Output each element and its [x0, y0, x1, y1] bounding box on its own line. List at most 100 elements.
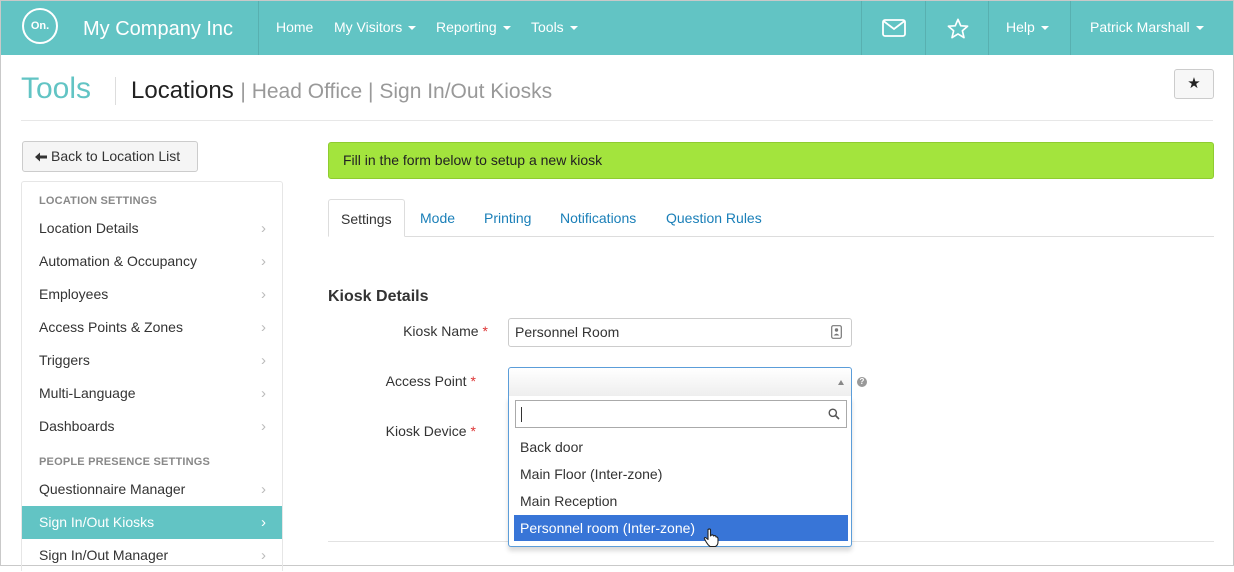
top-navbar: On. My Company Inc Home My Visitors Repo… — [1, 1, 1233, 55]
caret-down-icon — [569, 26, 578, 31]
nav-tools-label: Tools — [531, 19, 564, 35]
nav-help-label: Help — [1006, 19, 1035, 35]
nav-my-visitors-label: My Visitors — [334, 19, 403, 35]
company-logo[interactable]: On. — [22, 8, 58, 44]
dropdown-option-main-floor[interactable]: Main Floor (Inter-zone) — [514, 461, 848, 487]
envelope-icon — [882, 19, 906, 37]
messages-button[interactable] — [862, 1, 926, 55]
nav-tools[interactable]: Tools — [531, 1, 578, 55]
sidebar-item-employees[interactable]: Employees › — [22, 278, 282, 311]
tab-printing[interactable]: Printing — [472, 199, 543, 237]
access-point-label: Access Point * — [326, 373, 476, 389]
kiosk-device-label-text: Kiosk Device — [385, 423, 467, 439]
sidebar-item-label: Questionnaire Manager — [39, 481, 186, 497]
section-title: Tools — [21, 72, 92, 105]
sidebar-item-label: Access Points & Zones — [39, 319, 183, 335]
required-asterisk: * — [470, 423, 476, 439]
sidebar-item-label: Location Details — [39, 220, 139, 236]
chevron-right-icon: › — [261, 418, 266, 435]
dropdown-option-main-reception[interactable]: Main Reception — [514, 488, 848, 514]
title-divider — [115, 77, 116, 105]
sidebar-item-label: Triggers — [39, 352, 90, 368]
sidebar-item-sign-in-out-kiosks[interactable]: Sign In/Out Kiosks › — [22, 506, 282, 539]
access-point-label-text: Access Point — [385, 373, 467, 389]
access-point-select[interactable] — [508, 367, 852, 397]
tab-settings[interactable]: Settings — [328, 199, 405, 237]
nav-reporting-label: Reporting — [436, 19, 497, 35]
nav-divider — [1070, 1, 1071, 55]
favorite-button[interactable]: ★ — [1174, 69, 1214, 99]
breadcrumb: | Head Office | Sign In/Out Kiosks — [240, 80, 553, 103]
back-button-label: Back to Location List — [51, 148, 181, 164]
star-icon: ★ — [1187, 75, 1201, 92]
chevron-right-icon: › — [261, 319, 266, 336]
kiosk-name-label: Kiosk Name * — [338, 323, 488, 339]
sidebar-item-automation-occupancy[interactable]: Automation & Occupancy › — [22, 245, 282, 278]
sidebar-item-label: Sign In/Out Kiosks — [39, 514, 155, 530]
sidebar-item-sign-in-out-manager[interactable]: Sign In/Out Manager › — [22, 539, 282, 572]
kiosk-details-heading: Kiosk Details — [328, 288, 429, 305]
page-title: Locations | Head Office | Sign In/Out Ki… — [131, 77, 552, 105]
kiosk-name-label-text: Kiosk Name — [403, 323, 479, 339]
sidebar-item-label: Multi-Language — [39, 385, 136, 401]
nav-divider — [988, 1, 989, 55]
sidebar-item-multi-language[interactable]: Multi-Language › — [22, 377, 282, 410]
dropdown-search-input[interactable] — [515, 400, 847, 428]
hand-cursor-icon — [703, 528, 719, 548]
user-menu[interactable]: Patrick Marshall — [1090, 1, 1204, 55]
chevron-right-icon: › — [261, 286, 266, 303]
tab-question-rules[interactable]: Question Rules — [654, 199, 774, 237]
sidebar-heading-location-settings: LOCATION SETTINGS — [39, 195, 158, 207]
access-point-dropdown: Back door Main Floor (Inter-zone) Main R… — [508, 396, 852, 547]
nav-reporting[interactable]: Reporting — [436, 1, 511, 55]
sidebar-item-questionnaire-manager[interactable]: Questionnaire Manager › — [22, 473, 282, 506]
sidebar-item-label: Employees — [39, 286, 109, 302]
chevron-right-icon: › — [261, 253, 266, 270]
chevron-right-icon: › — [261, 547, 266, 564]
sidebar-heading-people-presence: PEOPLE PRESENCE SETTINGS — [39, 456, 211, 468]
sidebar-item-label: Automation & Occupancy — [39, 253, 197, 269]
nav-help[interactable]: Help — [1006, 1, 1049, 55]
text-cursor — [521, 407, 522, 422]
nav-divider — [258, 1, 259, 55]
chevron-right-icon: › — [261, 220, 266, 237]
sidebar-item-location-details[interactable]: Location Details › — [22, 212, 282, 245]
sidebar-nav: LOCATION SETTINGS Location Details › Auto… — [21, 181, 283, 571]
help-icon[interactable]: ? — [857, 377, 867, 387]
company-name[interactable]: My Company Inc — [83, 18, 233, 41]
setup-alert: Fill in the form below to setup a new ki… — [328, 142, 1214, 179]
nav-home[interactable]: Home — [276, 1, 313, 55]
kiosk-name-value: Personnel Room — [515, 324, 620, 340]
chevron-right-icon: › — [261, 514, 266, 531]
caret-down-icon — [408, 26, 417, 31]
caret-down-icon — [1195, 26, 1204, 31]
dropdown-option-personnel-room[interactable]: Personnel room (Inter-zone) — [514, 515, 848, 541]
chevron-right-icon: › — [261, 385, 266, 402]
sidebar-item-dashboards[interactable]: Dashboards › — [22, 410, 282, 443]
kiosk-name-input[interactable]: Personnel Room — [508, 318, 852, 347]
header-divider — [21, 120, 1213, 121]
caret-down-icon — [502, 26, 511, 31]
nav-my-visitors[interactable]: My Visitors — [334, 1, 417, 55]
arrow-up-icon — [838, 380, 844, 385]
sidebar-item-label: Sign In/Out Manager — [39, 547, 169, 563]
tab-mode[interactable]: Mode — [408, 199, 467, 237]
required-asterisk: * — [482, 323, 488, 339]
kiosk-device-label: Kiosk Device * — [326, 423, 476, 439]
caret-down-icon — [1040, 26, 1049, 31]
user-name: Patrick Marshall — [1090, 19, 1190, 35]
search-icon — [828, 408, 840, 420]
chevron-right-icon: › — [261, 352, 266, 369]
sidebar-item-triggers[interactable]: Triggers › — [22, 344, 282, 377]
page-title-main: Locations — [131, 77, 234, 104]
sidebar-item-label: Dashboards — [39, 418, 115, 434]
star-outline-icon — [947, 18, 969, 38]
favorites-button[interactable] — [926, 1, 990, 55]
arrow-left-icon — [35, 152, 47, 162]
chevron-right-icon: › — [261, 481, 266, 498]
tab-notifications[interactable]: Notifications — [548, 199, 648, 237]
contact-card-icon — [831, 325, 842, 339]
back-to-location-list-button[interactable]: Back to Location List — [22, 141, 198, 172]
dropdown-option-back-door[interactable]: Back door — [514, 434, 848, 460]
sidebar-item-access-points-zones[interactable]: Access Points & Zones › — [22, 311, 282, 344]
